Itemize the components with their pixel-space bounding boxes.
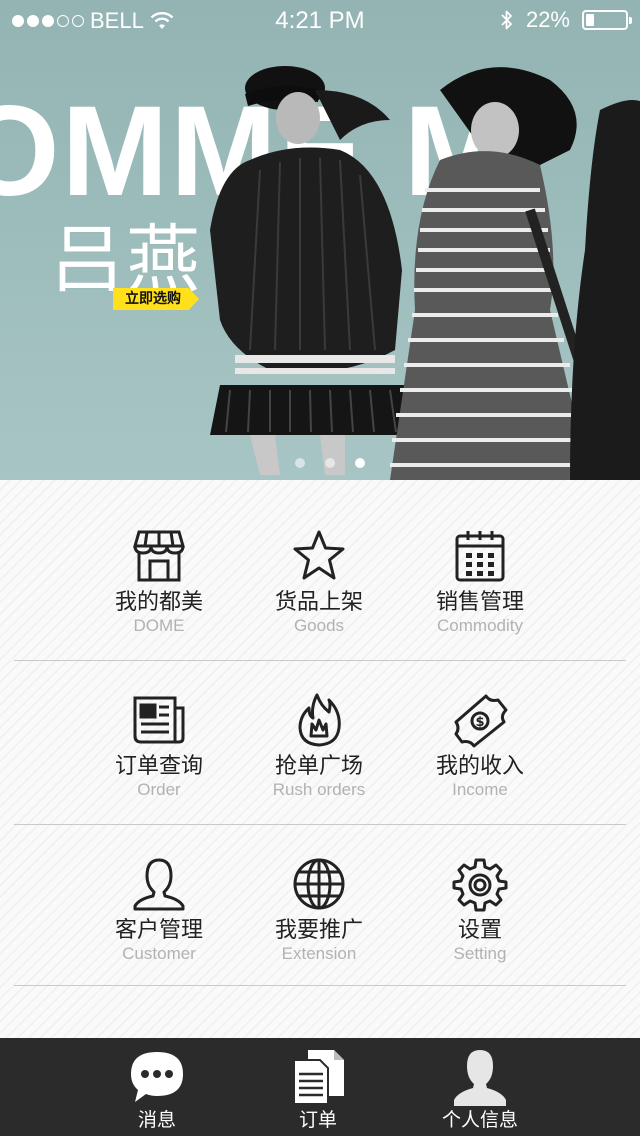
menu-item-goods[interactable]: 货品上架 Goods: [239, 528, 399, 636]
row-divider: [14, 824, 626, 825]
menu-item-title: 货品上架: [274, 590, 363, 615]
model-left-figure: [210, 66, 415, 475]
flame-icon: [291, 692, 347, 748]
person-icon: [131, 856, 187, 912]
menu-item-title: 抢单广场: [274, 754, 363, 779]
tab-label: 订单: [298, 1109, 337, 1131]
menu-item-title: 订单查询: [114, 754, 203, 779]
row-divider: [14, 985, 626, 986]
user-icon: [450, 1048, 510, 1106]
menu-item-subtitle: Commodity: [437, 616, 523, 635]
banner-models-illustration: [210, 66, 640, 480]
status-bar: BELL 4:21 PM 22%: [0, 0, 640, 40]
model-right-figure: [390, 67, 640, 480]
menu-item-title: 销售管理: [435, 590, 524, 615]
tab-label: 个人信息: [441, 1109, 518, 1131]
menu-item-commodity[interactable]: 销售管理 Commodity: [400, 528, 560, 636]
bottom-tab-bar: 消息 订单 个人信息: [0, 1038, 640, 1136]
menu-item-subtitle: Order: [137, 780, 181, 799]
menu-item-extension[interactable]: 我要推广 Extension: [239, 856, 399, 964]
battery-icon: [582, 10, 632, 30]
menu-item-subtitle: Customer: [122, 944, 196, 963]
menu-item-subtitle: DOME: [133, 616, 185, 635]
bluetooth-icon: [501, 10, 512, 30]
documents-icon: [288, 1048, 348, 1106]
menu-item-title: 我的都美: [114, 590, 203, 615]
feature-grid: 我的都美 DOME 货品上架 Goods 销售管理 Commodity 订单查询…: [0, 480, 640, 1038]
money-icon: $: [452, 692, 508, 748]
battery-fill: [586, 14, 594, 26]
carousel-dot-active[interactable]: [355, 458, 365, 468]
star-icon: [291, 528, 347, 584]
tab-messages[interactable]: 消息: [77, 1038, 237, 1136]
menu-item-setting[interactable]: 设置 Setting: [400, 856, 560, 964]
calendar-icon: [452, 528, 508, 584]
feature-row: 订单查询 Order 抢单广场 Rush orders $ 我的收入 Incom…: [0, 662, 640, 824]
store-icon: [131, 528, 187, 584]
menu-item-subtitle: Rush orders: [272, 780, 366, 799]
svg-text:$: $: [475, 715, 484, 730]
gear-icon: [452, 856, 508, 912]
menu-item-title: 客户管理: [114, 918, 203, 943]
newspaper-icon: [131, 692, 187, 748]
battery-percent: 22%: [525, 7, 570, 32]
menu-item-title: 设置: [457, 918, 502, 943]
carousel-dot[interactable]: [325, 458, 335, 468]
chat-bubble-icon: [127, 1048, 187, 1106]
tab-profile[interactable]: 个人信息: [400, 1038, 560, 1136]
menu-item-subtitle: Goods: [293, 616, 345, 635]
menu-item-dome[interactable]: 我的都美 DOME: [79, 528, 239, 636]
feature-row: 客户管理 Customer 我要推广 Extension 设置 Setting: [0, 826, 640, 988]
menu-item-subtitle: Setting: [453, 944, 507, 963]
menu-item-order[interactable]: 订单查询 Order: [79, 692, 239, 800]
menu-item-rush-orders[interactable]: 抢单广场 Rush orders: [239, 692, 399, 800]
feature-row: 我的都美 DOME 货品上架 Goods 销售管理 Commodity: [0, 498, 640, 660]
carousel-indicator[interactable]: [295, 458, 365, 468]
tab-label: 消息: [137, 1109, 176, 1131]
menu-item-income[interactable]: $ 我的收入 Income: [400, 692, 560, 800]
menu-item-subtitle: Extension: [281, 944, 357, 963]
menu-item-subtitle: Income: [452, 780, 508, 799]
status-right: 22%: [500, 7, 632, 33]
carousel-dot[interactable]: [295, 458, 305, 468]
tab-orders[interactable]: 订单: [238, 1038, 398, 1136]
promo-banner[interactable]: BELL 4:21 PM 22% OMME M 吕燕 立即选购: [0, 0, 640, 480]
buy-now-button[interactable]: 立即选购: [113, 288, 199, 310]
menu-item-title: 我的收入: [435, 754, 524, 779]
menu-item-customer[interactable]: 客户管理 Customer: [79, 856, 239, 964]
globe-icon: [291, 856, 347, 912]
row-divider: [14, 660, 626, 661]
menu-item-title: 我要推广: [274, 918, 363, 943]
